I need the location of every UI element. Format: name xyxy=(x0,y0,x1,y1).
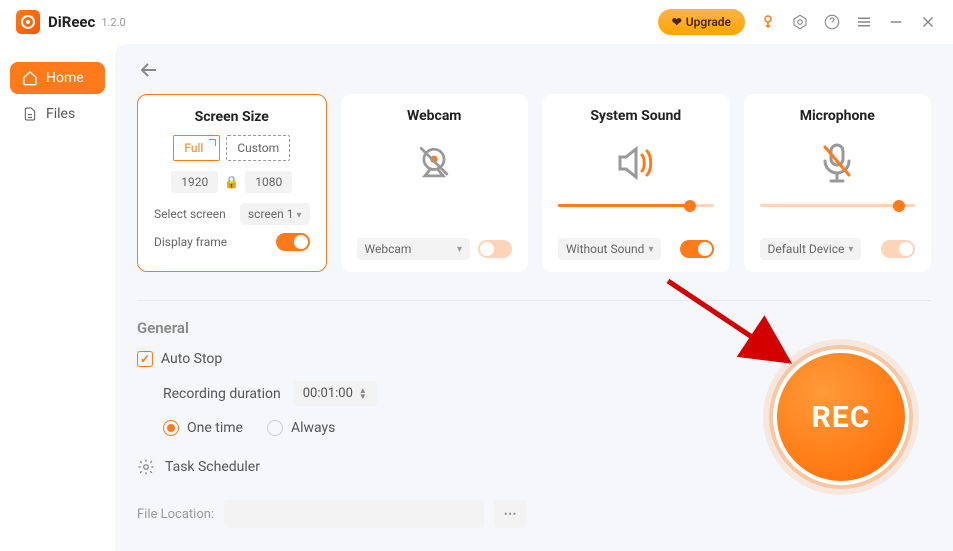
files-icon xyxy=(22,106,38,122)
webcam-select[interactable]: Webcam▾ xyxy=(357,238,471,260)
sidebar-item-home[interactable]: Home xyxy=(10,62,105,94)
one-time-radio[interactable]: One time xyxy=(163,420,243,436)
display-frame-label: Display frame xyxy=(154,235,227,249)
heart-icon: ❤ xyxy=(672,15,682,29)
system-sound-slider[interactable] xyxy=(558,204,714,207)
sidebar: Home Files xyxy=(0,44,115,551)
speaker-icon xyxy=(612,141,660,185)
custom-size-button[interactable]: Custom xyxy=(226,135,290,161)
screen-size-title: Screen Size xyxy=(154,109,310,125)
file-browse-button[interactable]: ⋯ xyxy=(494,500,526,528)
webcam-off-icon xyxy=(412,141,456,185)
gear-icon[interactable] xyxy=(137,458,155,476)
system-sound-toggle[interactable] xyxy=(680,240,714,258)
microphone-card[interactable]: Microphone Default Device▾ xyxy=(744,94,932,272)
files-label: Files xyxy=(46,106,75,122)
sidebar-item-files[interactable]: Files xyxy=(10,98,105,130)
general-section-title: General xyxy=(137,319,931,337)
close-icon[interactable] xyxy=(919,13,937,31)
task-scheduler-label[interactable]: Task Scheduler xyxy=(165,459,260,475)
upgrade-button[interactable]: ❤ Upgrade xyxy=(658,9,745,35)
system-sound-title: System Sound xyxy=(558,108,714,124)
mic-off-icon xyxy=(817,141,857,185)
height-value[interactable]: 1080 xyxy=(245,171,292,193)
screen-size-card[interactable]: Screen Size Full Custom 1920 🔒 1080 Sele… xyxy=(137,94,327,272)
width-value[interactable]: 1920 xyxy=(171,171,218,193)
menu-icon[interactable] xyxy=(855,13,873,31)
help-icon[interactable] xyxy=(823,13,841,31)
microphone-slider[interactable] xyxy=(760,204,916,207)
file-location-input[interactable] xyxy=(224,500,484,528)
full-size-button[interactable]: Full xyxy=(173,135,220,161)
system-sound-card[interactable]: System Sound Without Sound▾ xyxy=(542,94,730,272)
key-icon[interactable] xyxy=(759,13,777,31)
settings-hex-icon[interactable] xyxy=(791,13,809,31)
microphone-title: Microphone xyxy=(760,108,916,124)
recording-duration-label: Recording duration xyxy=(163,386,281,402)
upgrade-label: Upgrade xyxy=(686,15,731,29)
back-arrow-icon[interactable] xyxy=(137,58,161,82)
lock-icon[interactable]: 🔒 xyxy=(224,175,239,189)
record-button[interactable]: REC xyxy=(777,353,905,481)
home-label: Home xyxy=(46,70,84,86)
screen-select[interactable]: screen 1 ▾ xyxy=(240,203,310,225)
chevron-down-icon: ▾ xyxy=(648,244,653,255)
auto-stop-checkbox[interactable] xyxy=(137,351,153,367)
display-frame-toggle[interactable] xyxy=(276,233,310,251)
chevron-down-icon: ▾ xyxy=(296,210,301,221)
home-icon xyxy=(22,70,38,86)
webcam-title: Webcam xyxy=(357,108,513,124)
always-radio[interactable]: Always xyxy=(267,420,335,436)
chevron-down-icon: ▾ xyxy=(848,244,853,255)
system-sound-select[interactable]: Without Sound▾ xyxy=(558,238,661,260)
file-location-label: File Location: xyxy=(137,507,214,522)
titlebar: DiReec 1.2.0 ❤ Upgrade xyxy=(0,0,953,44)
microphone-toggle[interactable] xyxy=(881,240,915,258)
chevron-down-icon: ▾ xyxy=(457,244,462,255)
main-panel: Screen Size Full Custom 1920 🔒 1080 Sele… xyxy=(115,44,953,551)
app-version: 1.2.0 xyxy=(101,16,125,29)
select-screen-label: Select screen xyxy=(154,207,226,221)
app-name: DiReec xyxy=(48,13,95,31)
webcam-toggle[interactable] xyxy=(478,240,512,258)
divider xyxy=(137,300,931,301)
auto-stop-label: Auto Stop xyxy=(161,351,222,367)
duration-spinner[interactable]: ▲▼ xyxy=(359,388,367,400)
minimize-icon[interactable] xyxy=(887,13,905,31)
app-logo xyxy=(16,10,40,34)
webcam-card[interactable]: Webcam Webcam▾ xyxy=(341,94,529,272)
recording-duration-input[interactable]: 00:01:00 ▲▼ xyxy=(293,381,377,406)
microphone-select[interactable]: Default Device▾ xyxy=(760,238,862,260)
